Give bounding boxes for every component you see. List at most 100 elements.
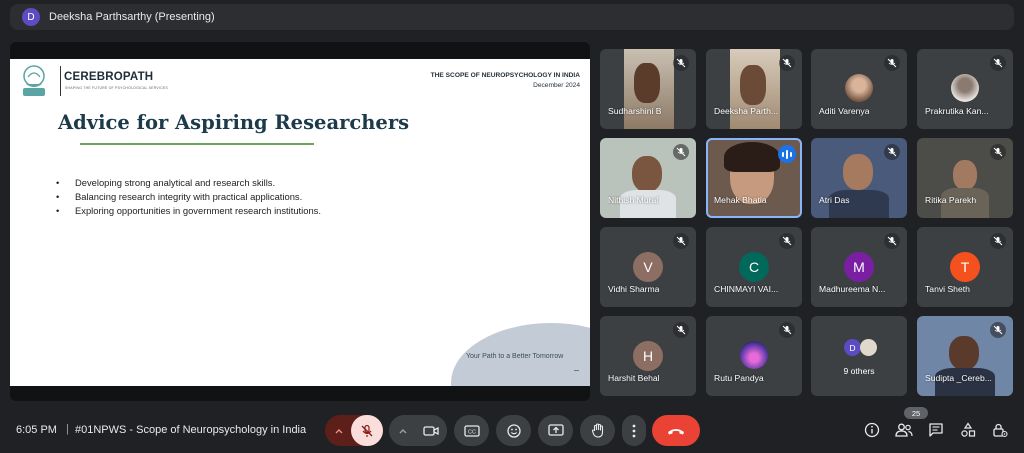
slide-date: December 2024 xyxy=(533,82,580,89)
mic-off-icon xyxy=(990,55,1006,71)
presenter-title: Deeksha Parthsarthy (Presenting) xyxy=(49,11,215,23)
present-button[interactable] xyxy=(538,415,573,446)
participant-tile[interactable]: Prakrutika Kan... xyxy=(917,49,1013,129)
camera-options-button[interactable] xyxy=(391,415,415,446)
participant-face xyxy=(632,156,662,192)
presentation-slide: CEREBROPATH SHAPING THE FUTURE OF PSYCHO… xyxy=(10,59,590,386)
logo-divider xyxy=(60,66,61,96)
participant-tile[interactable]: M Madhureema N... xyxy=(811,227,907,307)
mic-off-icon xyxy=(990,144,1006,160)
mic-toggle-button[interactable] xyxy=(351,415,383,446)
activities-button[interactable] xyxy=(958,420,978,440)
emoji-icon xyxy=(506,423,521,438)
participant-tile[interactable]: Nithish Murali xyxy=(600,138,696,218)
others-avatar-photo xyxy=(860,339,877,356)
speaking-indicator-icon xyxy=(778,145,796,163)
participant-avatar xyxy=(951,74,979,102)
participant-name: Tanvi Sheth xyxy=(925,284,970,294)
presenter-bar[interactable]: D Deeksha Parthsarthy (Presenting) xyxy=(10,4,1014,30)
participant-name: Atri Das xyxy=(819,195,850,205)
slide-bullet: Exploring opportunities in government re… xyxy=(56,204,321,218)
participant-name: Ritika Parekh xyxy=(925,195,977,205)
host-controls-button[interactable] xyxy=(990,420,1010,440)
participant-name: Madhureema N... xyxy=(819,284,886,294)
more-options-button[interactable] xyxy=(622,415,646,446)
participant-name: Deeksha Parth... xyxy=(714,106,779,116)
people-button[interactable] xyxy=(894,420,914,440)
slide-heading: Advice for Aspiring Researchers xyxy=(58,111,410,134)
mic-off-icon xyxy=(673,233,689,249)
slide-topic: THE SCOPE OF NEUROPSYCHOLOGY IN INDIA xyxy=(430,72,580,79)
captions-button[interactable]: CC xyxy=(454,415,489,446)
raise-hand-button[interactable] xyxy=(580,415,615,446)
activities-icon xyxy=(961,422,976,437)
participant-letter-avatar: T xyxy=(950,252,980,282)
participant-face xyxy=(843,154,873,190)
mic-off-icon xyxy=(779,233,795,249)
participant-tile[interactable]: H Harshit Behal xyxy=(600,316,696,396)
mic-options-button[interactable] xyxy=(327,415,351,446)
chat-button[interactable] xyxy=(926,420,946,440)
slide-tagline: SHAPING THE FUTURE OF PSYCHOLOGICAL SERV… xyxy=(65,86,168,90)
time-separator: | xyxy=(66,423,69,435)
participant-name: Prakrutika Kan... xyxy=(925,106,989,116)
people-icon xyxy=(895,423,913,437)
others-tile[interactable]: D 9 others xyxy=(811,316,907,396)
participant-hair xyxy=(724,142,780,172)
chevron-up-icon xyxy=(335,428,343,433)
participant-tile-active-speaker[interactable]: Mehak Bhatia xyxy=(706,138,802,218)
participant-letter-avatar: V xyxy=(633,252,663,282)
host-controls-icon xyxy=(993,423,1008,438)
end-call-icon xyxy=(668,428,684,434)
mic-off-icon xyxy=(673,322,689,338)
slide-bullet: Developing strong analytical and researc… xyxy=(56,176,321,190)
mic-off-icon xyxy=(990,233,1006,249)
people-count-badge: 25 xyxy=(904,407,928,419)
participant-tile[interactable]: Ritika Parekh xyxy=(917,138,1013,218)
participant-tile[interactable]: Rutu Pandya xyxy=(706,316,802,396)
slide-bullets: Developing strong analytical and researc… xyxy=(56,176,321,218)
participant-tile[interactable]: Atri Das xyxy=(811,138,907,218)
participant-name: Vidhi Sharma xyxy=(608,284,660,294)
participant-letter-avatar: C xyxy=(739,252,769,282)
slide-bullet: Balancing research integrity with practi… xyxy=(56,190,321,204)
participant-tile[interactable]: Sudharshini B xyxy=(600,49,696,129)
participant-face xyxy=(634,63,660,103)
mic-off-icon xyxy=(361,424,373,437)
mic-off-icon xyxy=(779,322,795,338)
participant-name: CHINMAYI VAI... xyxy=(714,284,779,294)
participant-letter-avatar: M xyxy=(844,252,874,282)
participant-name: Aditi Varenya xyxy=(819,106,870,116)
leave-call-button[interactable] xyxy=(652,415,700,446)
participant-name: Rutu Pandya xyxy=(714,373,764,383)
participant-face xyxy=(740,65,766,105)
mic-off-icon xyxy=(884,144,900,160)
participant-name: Sudipta _Cereb... xyxy=(925,373,992,383)
participant-tile[interactable]: Deeksha Parth... xyxy=(706,49,802,129)
participant-tile[interactable]: Sudipta _Cereb... xyxy=(917,316,1013,396)
mic-off-icon xyxy=(673,144,689,160)
participant-letter-avatar: H xyxy=(633,341,663,371)
camera-icon xyxy=(423,425,439,436)
camera-toggle-button[interactable] xyxy=(415,415,447,446)
participant-avatar xyxy=(845,74,873,102)
participant-tile[interactable]: V Vidhi Sharma xyxy=(600,227,696,307)
present-icon xyxy=(547,424,564,436)
participant-name: Mehak Bhatia xyxy=(714,195,767,205)
meeting-title: #01NPWS - Scope of Neuropsychology in In… xyxy=(75,424,307,436)
svg-text:CC: CC xyxy=(468,429,476,435)
participant-face xyxy=(949,336,979,370)
reactions-button[interactable] xyxy=(496,415,531,446)
participant-name: Sudharshini B xyxy=(608,106,662,116)
participant-name: Harshit Behal xyxy=(608,373,660,383)
others-avatar: D xyxy=(844,339,861,356)
participant-tile[interactable]: C CHINMAYI VAI... xyxy=(706,227,802,307)
info-icon xyxy=(864,422,880,438)
chevron-up-icon xyxy=(399,428,407,433)
participant-tile[interactable]: Aditi Varenya xyxy=(811,49,907,129)
participant-tile[interactable]: T Tanvi Sheth xyxy=(917,227,1013,307)
heading-underline xyxy=(80,143,314,145)
meeting-details-button[interactable] xyxy=(862,420,882,440)
slide-brand: CEREBROPATH xyxy=(64,71,154,83)
raise-hand-icon xyxy=(591,423,603,438)
